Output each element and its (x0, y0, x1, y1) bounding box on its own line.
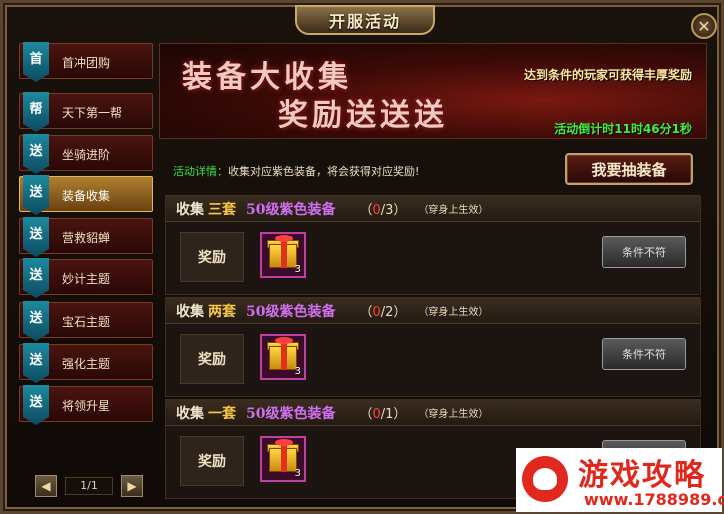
progress-open: （ (359, 305, 373, 320)
section-word: 收集 (176, 201, 204, 218)
close-button[interactable]: ✕ (691, 13, 717, 39)
event-banner: 装备大收集 奖励送送送 达到条件的玩家可获得丰厚奖励 活动倒计时11时46分1秒 (159, 43, 707, 139)
main-panel: 装备大收集 奖励送送送 达到条件的玩家可获得丰厚奖励 活动倒计时11时46分1秒… (159, 43, 707, 503)
section-progress: （0/2） (359, 301, 406, 320)
gift-bow (275, 439, 293, 446)
sidebar-item-gem[interactable]: 送 宝石主题 (19, 301, 153, 341)
progress-current: 0 (372, 407, 381, 422)
reward-section: 收集 三套 50级紫色装备 （0/3） （穿身上生效） 奖励 3 条件不符 (165, 195, 701, 295)
pager: ◀ 1/1 ▶ (35, 475, 143, 499)
sidebar-badge: 送 (23, 134, 49, 174)
sidebar-item-equipment-collect[interactable]: 送 装备收集 (19, 175, 153, 215)
activity-window: 开服活动 ✕ 首 首冲团购 帮 天下第一帮 送 坐骑进阶 送 装备收集 送 营救… (0, 0, 724, 514)
draw-equipment-button[interactable]: 我要抽装备 (565, 153, 693, 185)
site-watermark: 游戏攻略 www.1788989.com (516, 448, 724, 512)
sidebar-item-strategy[interactable]: 送 妙计主题 (19, 258, 153, 298)
sidebar-item-enhance[interactable]: 送 强化主题 (19, 343, 153, 383)
window-title-plate: 开服活动 (295, 5, 435, 35)
banner-subtitle: 达到条件的玩家可获得丰厚奖励 (523, 68, 692, 82)
sidebar-badge: 首 (23, 42, 49, 82)
section-note: （穿身上生效） (418, 409, 489, 420)
section-count: 两套 (208, 303, 236, 320)
section-count: 一套 (208, 405, 236, 422)
progress-current: 0 (372, 203, 381, 218)
reward-label: 奖励 (180, 334, 244, 384)
progress-total: /2） (380, 305, 407, 320)
gift-ribbon (281, 444, 287, 472)
watermark-url: www.1788989.com (584, 490, 724, 509)
section-header: 收集 一套 50级紫色装备 （0/1） （穿身上生效） (166, 400, 700, 426)
sidebar-item-label: 坐骑进阶 (62, 148, 111, 162)
section-equipment: 50级紫色装备 (246, 201, 336, 218)
section-equipment: 50级紫色装备 (246, 303, 336, 320)
detail-text: 收集对应紫色装备，将会获得对应奖励! (228, 165, 420, 178)
watermark-title: 游戏攻略 (578, 458, 706, 493)
gift-box-item[interactable]: 3 (260, 436, 306, 482)
section-count: 三套 (208, 201, 236, 218)
sidebar-badge: 送 (23, 301, 49, 341)
sidebar-item-label: 天下第一帮 (62, 106, 123, 120)
sidebar-item-label: 妙计主题 (62, 272, 111, 286)
event-detail: 活动详情：收集对应紫色装备，将会获得对应奖励! (173, 163, 419, 179)
sidebar-item-label: 强化主题 (62, 357, 111, 371)
progress-open: （ (359, 407, 373, 422)
sidebar-badge: 送 (23, 258, 49, 298)
sidebar: 首 首冲团购 帮 天下第一帮 送 坐骑进阶 送 装备收集 送 营救貂蝉 送 妙计… (19, 42, 155, 501)
logo-inner (533, 468, 557, 490)
page-indicator: 1/1 (65, 477, 113, 495)
sidebar-badge: 帮 (23, 92, 49, 132)
progress-total: /1） (380, 407, 407, 422)
close-icon: ✕ (697, 16, 711, 36)
arrow-right-icon: ▶ (127, 479, 137, 493)
progress-total: /3） (380, 203, 407, 218)
gift-box-item[interactable]: 3 (260, 334, 306, 380)
section-header: 收集 两套 50级紫色装备 （0/2） （穿身上生效） (166, 298, 700, 324)
event-countdown: 活动倒计时11时46分1秒 (554, 122, 692, 136)
gift-bow (275, 337, 293, 344)
sidebar-badge: 送 (23, 217, 49, 257)
section-progress: （0/1） (359, 403, 406, 422)
item-quantity: 3 (294, 264, 301, 275)
next-page-button[interactable]: ▶ (121, 475, 143, 497)
progress-open: （ (359, 203, 373, 218)
sidebar-item-label: 营救貂蝉 (62, 231, 111, 245)
banner-title-line2: 奖励送送送 (278, 98, 448, 133)
section-note: （穿身上生效） (418, 307, 489, 318)
gift-ribbon (281, 342, 287, 370)
reward-label: 奖励 (180, 232, 244, 282)
sidebar-badge: 送 (23, 385, 49, 425)
detail-label: 活动详情： (173, 165, 228, 178)
sidebar-item-label: 宝石主题 (62, 315, 111, 329)
sidebar-item-rescue[interactable]: 送 营救貂蝉 (19, 217, 153, 257)
section-progress: （0/3） (359, 199, 406, 218)
sidebar-item-mount[interactable]: 送 坐骑进阶 (19, 134, 153, 174)
sidebar-item-general-star[interactable]: 送 将领升星 (19, 385, 153, 425)
sidebar-item-top-guild[interactable]: 帮 天下第一帮 (19, 92, 153, 132)
reward-section: 收集 两套 50级紫色装备 （0/2） （穿身上生效） 奖励 3 条件不符 (165, 297, 701, 397)
sidebar-item-label: 将领升星 (62, 399, 111, 413)
sidebar-item-first-charge[interactable]: 首 首冲团购 (19, 42, 153, 82)
arrow-left-icon: ◀ (41, 479, 51, 493)
claim-button[interactable]: 条件不符 (602, 338, 686, 370)
section-word: 收集 (176, 405, 204, 422)
section-word: 收集 (176, 303, 204, 320)
section-header: 收集 三套 50级紫色装备 （0/3） （穿身上生效） (166, 196, 700, 222)
sidebar-item-label: 首冲团购 (62, 56, 111, 70)
claim-button[interactable]: 条件不符 (602, 236, 686, 268)
progress-current: 0 (372, 305, 381, 320)
reward-label: 奖励 (180, 436, 244, 486)
gift-bow (275, 235, 293, 242)
item-quantity: 3 (294, 366, 301, 377)
sidebar-item-label: 装备收集 (62, 189, 111, 203)
sidebar-badge: 送 (23, 343, 49, 383)
watermark-logo-icon (522, 456, 568, 502)
sidebar-badge: 送 (23, 175, 49, 215)
prev-page-button[interactable]: ◀ (35, 475, 57, 497)
section-note: （穿身上生效） (418, 205, 489, 216)
gift-ribbon (281, 240, 287, 268)
section-equipment: 50级紫色装备 (246, 405, 336, 422)
window-title: 开服活动 (328, 12, 401, 31)
gift-box-item[interactable]: 3 (260, 232, 306, 278)
item-quantity: 3 (294, 468, 301, 479)
